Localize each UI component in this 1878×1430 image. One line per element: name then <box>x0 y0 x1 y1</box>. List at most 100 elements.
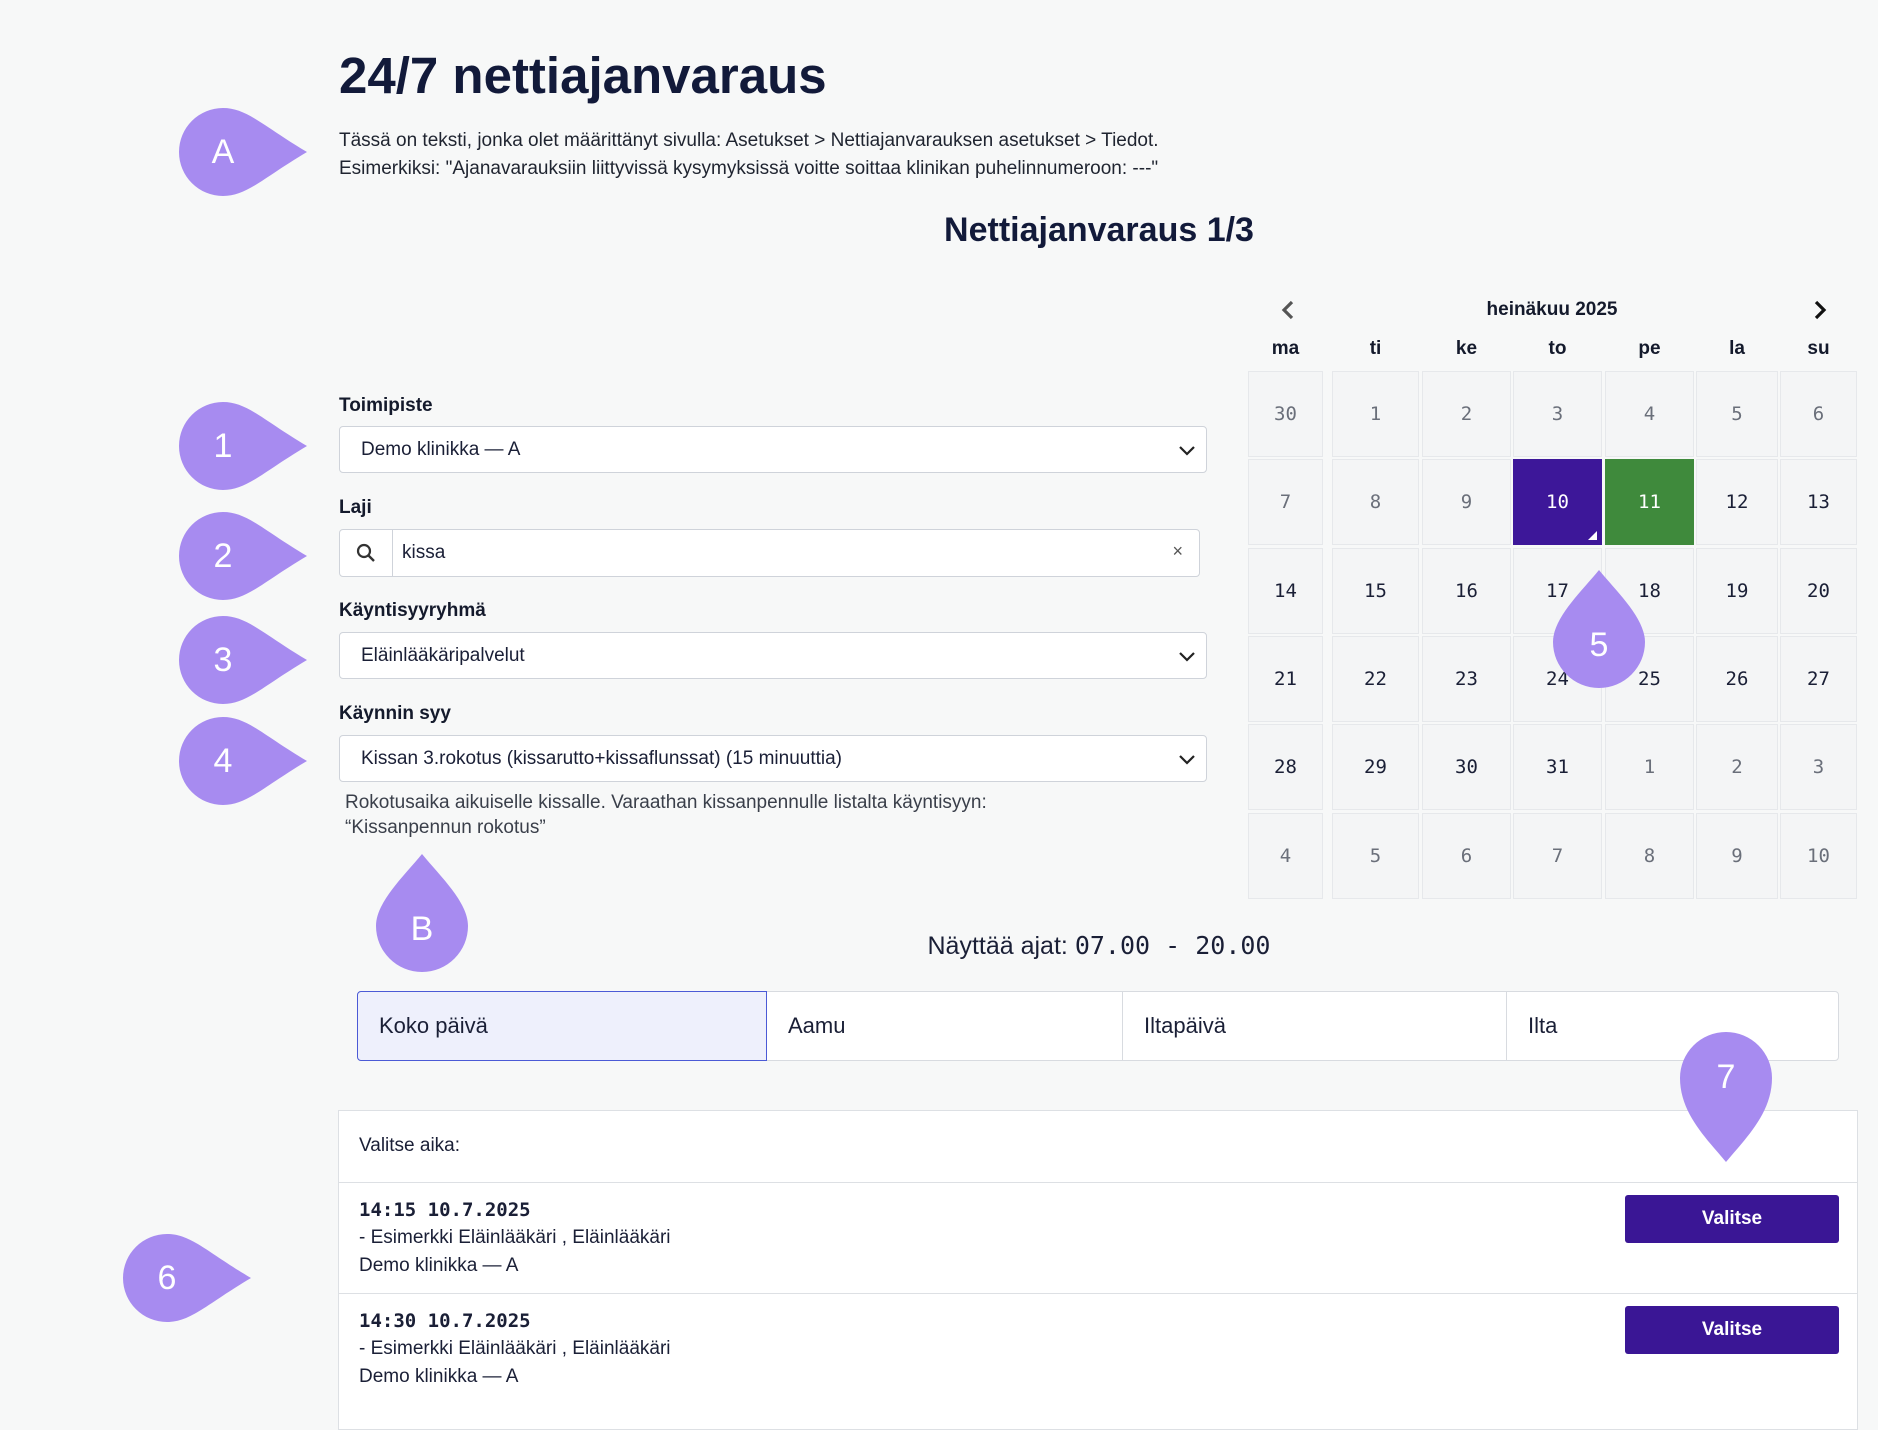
calendar-day[interactable]: 29 <box>1332 724 1419 811</box>
select-slot-button[interactable]: Valitse <box>1625 1306 1839 1354</box>
calendar-day-selected[interactable]: 10 <box>1513 459 1602 546</box>
description-line-1: Rokotusaika aikuiselle kissalle. Varaath… <box>345 792 987 813</box>
slot-vet: - Esimerkki Eläinlääkäri , Eläinlääkäri <box>359 1338 671 1359</box>
calendar-day[interactable]: 1 <box>1332 371 1419 457</box>
calendar-day-number: 19 <box>1725 579 1749 602</box>
calendar-day[interactable]: 3 <box>1513 371 1602 457</box>
intro-line-1: Tässä on teksti, jonka olet määrittänyt … <box>339 130 1159 151</box>
kaynnin-syy-value: Kissan 3.rokotus (kissarutto+kissaflunss… <box>361 747 843 769</box>
calendar-day[interactable]: 19 <box>1696 547 1778 634</box>
kayntisyyryhma-select[interactable]: Eläinlääkäripalvelut <box>339 632 1207 679</box>
search-icon <box>340 530 393 576</box>
calendar-day-number: 12 <box>1725 491 1749 514</box>
calendar-day-number: 11 <box>1638 491 1661 514</box>
calendar-day[interactable]: 1 <box>1605 724 1694 811</box>
calendar-day[interactable]: 4 <box>1248 812 1323 899</box>
calendar-day-number: 3 <box>1551 403 1564 425</box>
calendar-day[interactable]: 30 <box>1422 724 1511 811</box>
clear-icon[interactable]: × <box>1172 541 1183 562</box>
calendar-month-title: heinäkuu 2025 <box>1486 299 1618 320</box>
calendar-day[interactable]: 26 <box>1696 635 1778 722</box>
calendar-day-number: 20 <box>1807 579 1830 602</box>
calendar-day[interactable]: 31 <box>1513 724 1602 811</box>
calendar-day-number: 2 <box>1460 403 1473 425</box>
calendar-day[interactable]: 21 <box>1248 635 1323 722</box>
intro-text: Tässä on teksti, jonka olet määrittänyt … <box>339 127 1159 183</box>
slot-list-heading: Valitse aika: <box>359 1135 461 1156</box>
calendar-day[interactable]: 3 <box>1780 724 1857 811</box>
time-of-day-tabs: Koko päivä Aamu Iltapäivä Ilta <box>357 991 1839 1061</box>
calendar-day-available[interactable]: 11 <box>1605 459 1694 546</box>
calendar-day-number: 21 <box>1274 667 1297 690</box>
calendar-day-number: 10 <box>1546 491 1569 514</box>
kaynnin-syy-select[interactable]: Kissan 3.rokotus (kissarutto+kissaflunss… <box>339 735 1207 782</box>
calendar-day-number: 9 <box>1460 491 1473 514</box>
annotation-marker-4: 4 <box>175 715 309 807</box>
toimipiste-value: Demo klinikka — A <box>361 438 521 460</box>
calendar-day[interactable]: 6 <box>1422 812 1511 899</box>
calendar-day[interactable]: 23 <box>1422 635 1511 722</box>
calendar-day[interactable]: 22 <box>1332 635 1419 722</box>
weekday-la: la <box>1729 338 1745 359</box>
calendar-day[interactable]: 30 <box>1248 371 1323 457</box>
shown-times: Näyttää ajat: 07.00 - 20.00 <box>0 931 1878 961</box>
weekday-pe: pe <box>1638 338 1661 359</box>
calendar-day[interactable]: 8 <box>1332 459 1419 546</box>
calendar-day-number: 7 <box>1551 844 1564 867</box>
calendar-day-number: 14 <box>1274 579 1297 602</box>
calendar-day-number: 3 <box>1812 756 1825 779</box>
calendar-day[interactable]: 6 <box>1780 371 1857 457</box>
shown-times-range: 07.00 - 20.00 <box>1074 931 1271 960</box>
calendar-day[interactable]: 5 <box>1696 371 1778 457</box>
chevron-down-icon <box>1179 755 1195 765</box>
toimipiste-select[interactable]: Demo klinikka — A <box>339 426 1207 473</box>
slot-clinic: Demo klinikka — A <box>359 1366 519 1387</box>
calendar-day[interactable]: 13 <box>1780 459 1857 546</box>
tab-koko-paiva[interactable]: Koko päivä <box>357 991 767 1061</box>
calendar-day-number: 30 <box>1274 403 1297 425</box>
calendar-day-number: 23 <box>1455 667 1478 690</box>
slot-vet: - Esimerkki Eläinlääkäri , Eläinlääkäri <box>359 1227 671 1248</box>
weekday-su: su <box>1807 338 1830 359</box>
chevron-down-icon <box>1179 446 1195 456</box>
description-line-2: “Kissanpennun rokotus” <box>345 817 546 838</box>
calendar-day[interactable]: 8 <box>1605 812 1694 899</box>
calendar-day[interactable]: 20 <box>1780 547 1857 634</box>
select-slot-button[interactable]: Valitse <box>1625 1195 1839 1243</box>
calendar-day-number: 10 <box>1807 844 1830 867</box>
calendar-day-number: 7 <box>1279 491 1292 514</box>
calendar-day-number: 6 <box>1460 844 1473 867</box>
calendar-day[interactable]: 16 <box>1422 547 1511 634</box>
calendar-day-number: 8 <box>1643 844 1656 867</box>
calendar-day[interactable]: 7 <box>1248 459 1323 546</box>
calendar-day-number: 8 <box>1369 491 1382 514</box>
next-month-button[interactable] <box>1806 296 1834 324</box>
calendar-day[interactable]: 2 <box>1696 724 1778 811</box>
shown-times-prefix: Näyttää ajat: <box>927 932 1075 960</box>
calendar-day[interactable]: 14 <box>1248 547 1323 634</box>
tab-aamu[interactable]: Aamu <box>767 992 1123 1060</box>
laji-search-input[interactable]: kissa × <box>339 529 1200 577</box>
calendar-day[interactable]: 28 <box>1248 724 1323 811</box>
calendar-day[interactable]: 10 <box>1780 812 1857 899</box>
calendar-day[interactable]: 4 <box>1605 371 1694 457</box>
annotation-marker-1: 1 <box>175 400 309 492</box>
calendar-day[interactable]: 9 <box>1696 812 1778 899</box>
weekday-ke: ke <box>1455 338 1478 359</box>
tab-iltapaiva[interactable]: Iltapäivä <box>1123 992 1507 1060</box>
tab-ilta[interactable]: Ilta <box>1507 992 1838 1060</box>
calendar-day-number: 27 <box>1807 667 1830 690</box>
calendar-day[interactable]: 9 <box>1422 459 1511 546</box>
calendar-day[interactable]: 2 <box>1422 371 1511 457</box>
toimipiste-label: Toimipiste <box>339 395 433 416</box>
weekday-to: to <box>1548 338 1567 359</box>
calendar-day[interactable]: 27 <box>1780 635 1857 722</box>
calendar-day[interactable]: 7 <box>1513 812 1602 899</box>
intro-line-2: Esimerkiksi: "Ajanavarauksiin liittyviss… <box>339 158 1159 179</box>
calendar-day[interactable]: 5 <box>1332 812 1419 899</box>
laji-label: Laji <box>339 497 372 518</box>
calendar-day[interactable]: 12 <box>1696 459 1778 546</box>
calendar-day[interactable]: 15 <box>1332 547 1419 634</box>
step-title: Nettiajanvaraus 1/3 <box>944 211 1254 249</box>
calendar-day-number: 1 <box>1643 756 1656 779</box>
